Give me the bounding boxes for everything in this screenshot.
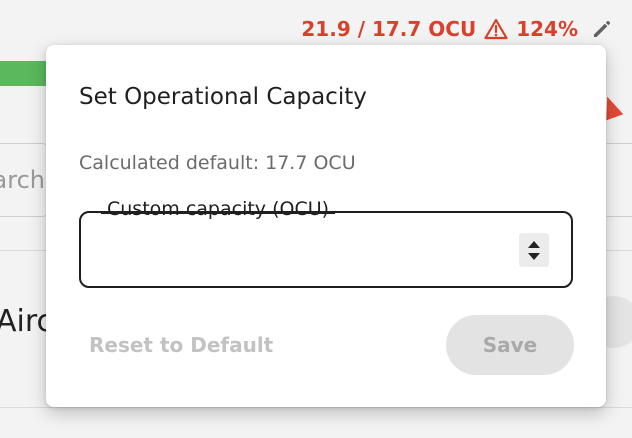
warning-triangle-icon (484, 18, 508, 40)
calculated-default-text: Calculated default: 17.7 OCU (79, 152, 356, 174)
pencil-icon[interactable] (590, 17, 614, 41)
dialog-title: Set Operational Capacity (79, 84, 367, 110)
custom-capacity-input[interactable] (95, 227, 499, 273)
stepper-down-icon[interactable] (528, 252, 540, 260)
stepper-up-icon[interactable] (528, 240, 540, 248)
capacity-dialog: Set Operational Capacity Calculated defa… (46, 45, 606, 407)
field-outline-segment (101, 212, 336, 214)
background-search-input: arch (0, 143, 50, 217)
custom-capacity-label-text: Custom capacity (OCU) (107, 198, 330, 220)
background-divider (0, 407, 632, 408)
custom-capacity-label: Custom capacity (OCU) (101, 198, 336, 220)
number-stepper[interactable] (519, 233, 549, 267)
reset-to-default-button[interactable]: Reset to Default (79, 321, 283, 369)
capacity-percent-text: 124% (516, 17, 578, 41)
capacity-status: 21.9 / 17.7 OCU 124% (301, 14, 614, 44)
background-search-text: arch (0, 166, 45, 194)
save-button[interactable]: Save (446, 315, 574, 375)
capacity-usage-text: 21.9 / 17.7 OCU (301, 17, 477, 41)
custom-capacity-field: Custom capacity (OCU) (79, 198, 573, 288)
